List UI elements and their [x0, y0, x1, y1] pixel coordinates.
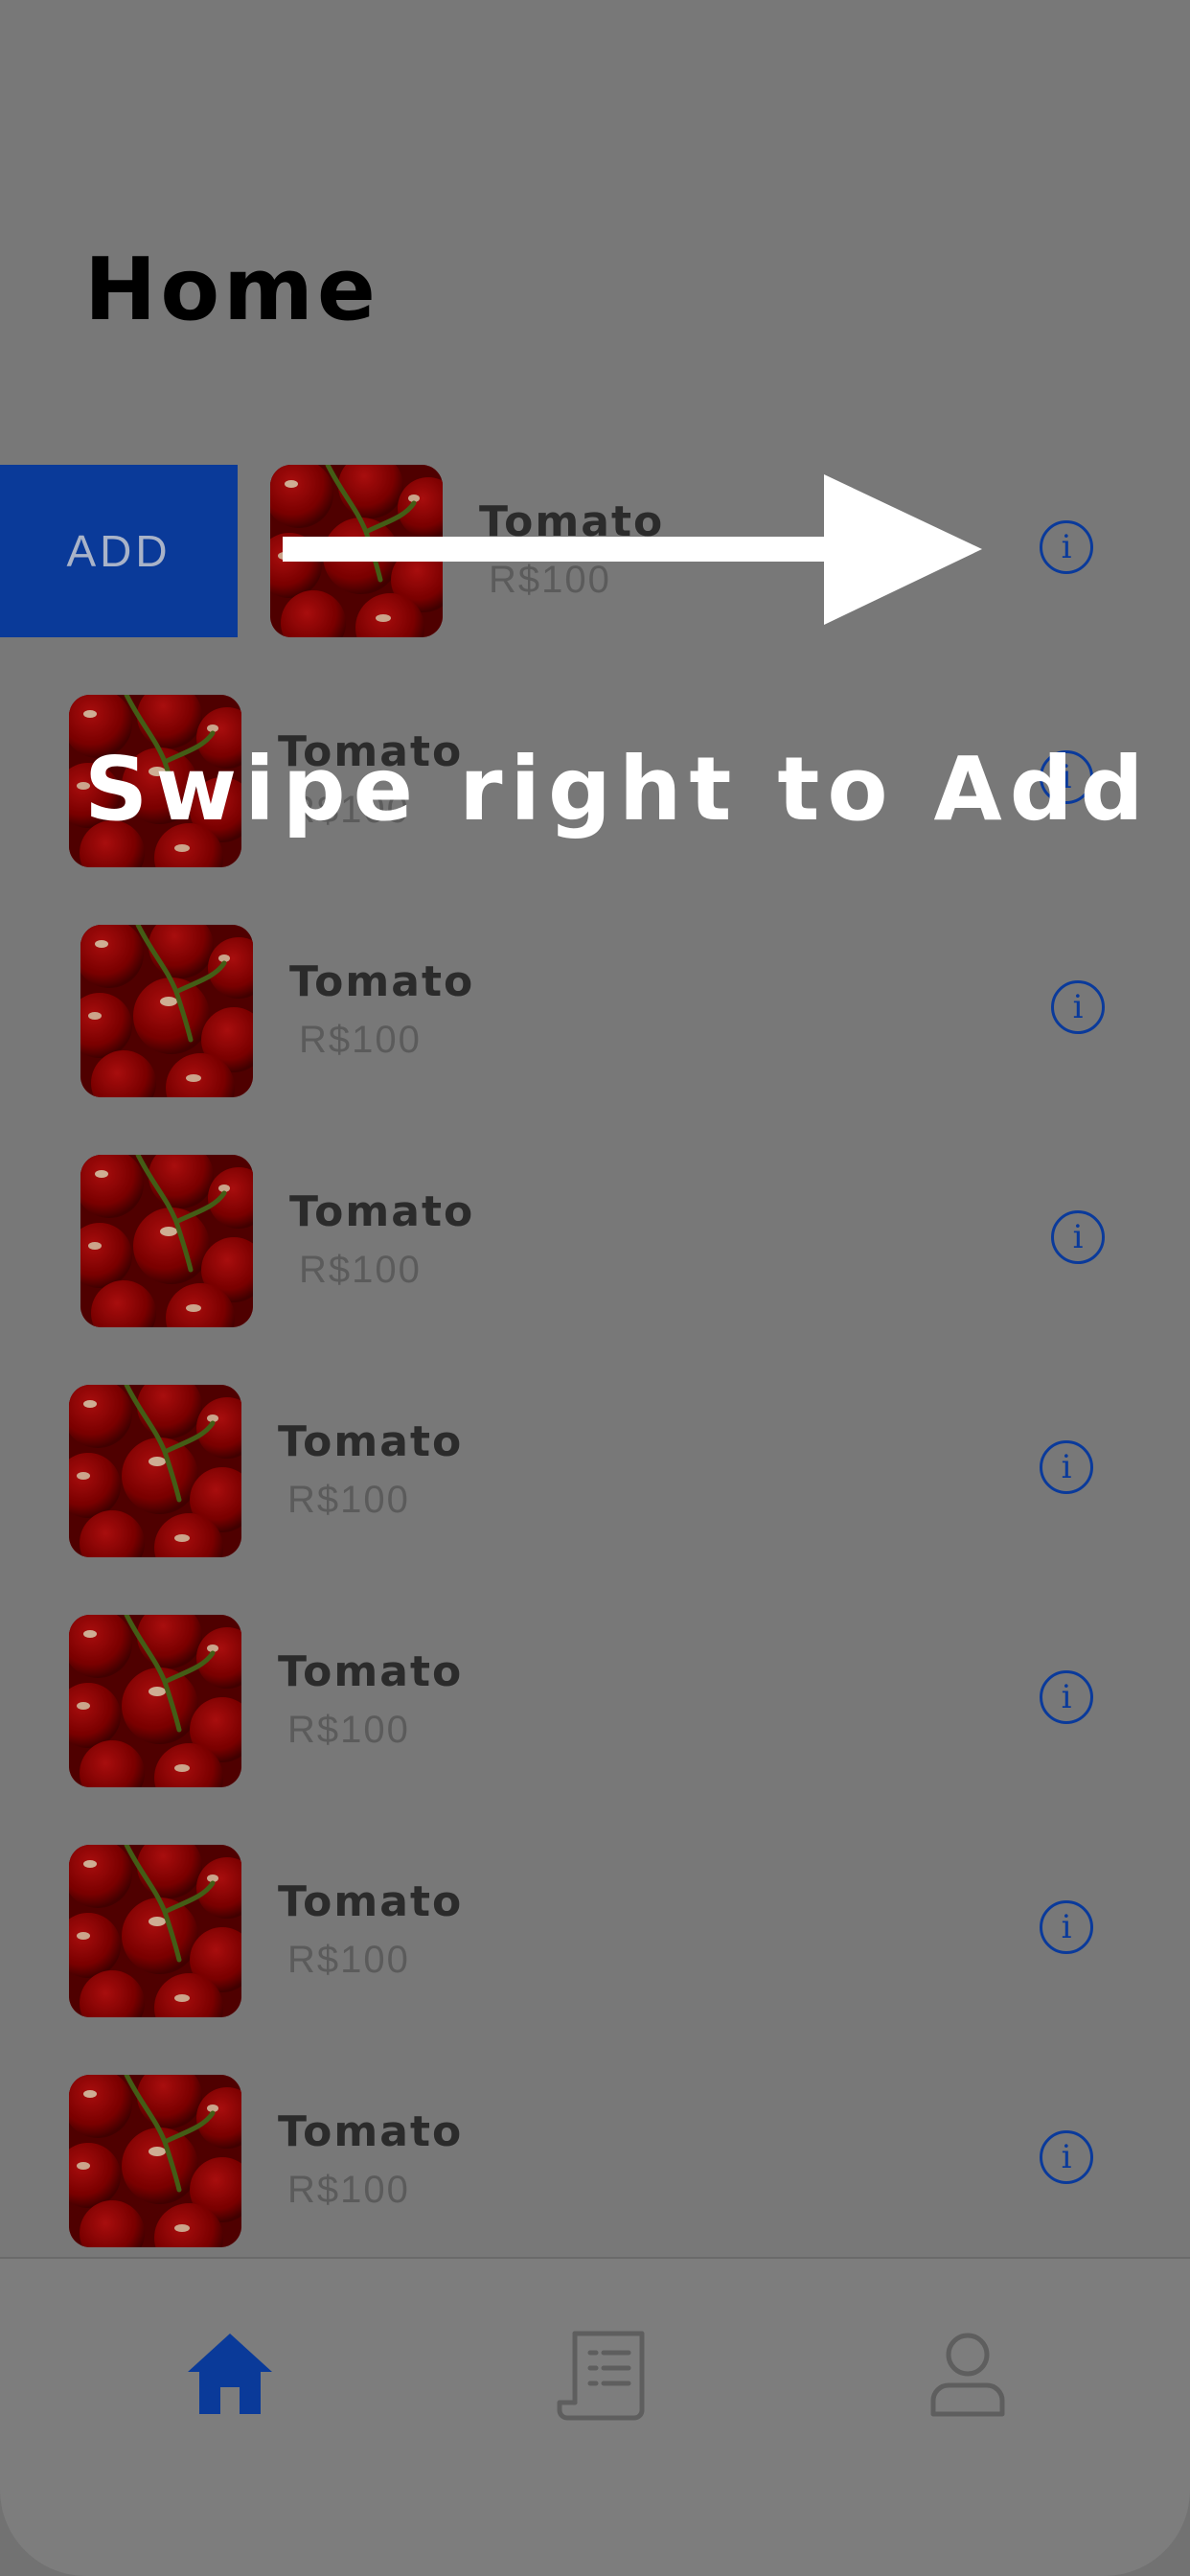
product-image: [80, 925, 253, 1097]
product-price: R$100: [299, 1019, 422, 1061]
list-item[interactable]: Tomato R$100 i: [0, 1615, 1190, 1787]
swipe-right-arrow-icon: [283, 474, 982, 625]
receipt-list-icon[interactable]: [554, 2326, 650, 2422]
info-icon[interactable]: i: [1051, 1210, 1105, 1264]
info-icon[interactable]: i: [1040, 2130, 1093, 2184]
swipe-hint-text: Swipe right to Add: [84, 738, 1152, 840]
list-item[interactable]: Tomato R$100 i: [0, 1845, 1190, 2017]
info-icon[interactable]: i: [1051, 980, 1105, 1034]
info-icon[interactable]: i: [1040, 1440, 1093, 1494]
product-name: Tomato: [278, 1877, 464, 1926]
list-item[interactable]: Tomato R$100 i: [0, 1385, 1190, 1557]
product-image: [69, 2075, 241, 2247]
home-icon[interactable]: [182, 2326, 278, 2422]
product-image: [69, 1845, 241, 2017]
info-icon[interactable]: i: [1040, 520, 1093, 574]
product-name: Tomato: [278, 1647, 464, 1696]
list-item[interactable]: Tomato R$100 i: [0, 925, 1190, 1097]
product-image: [80, 1155, 253, 1327]
product-price: R$100: [287, 2169, 410, 2211]
product-name: Tomato: [278, 2107, 464, 2156]
bottom-tab-bar: [0, 2257, 1190, 2576]
product-image: [69, 1615, 241, 1787]
page-title: Home: [84, 240, 379, 340]
product-price: R$100: [299, 1249, 422, 1291]
product-name: Tomato: [289, 957, 475, 1006]
product-image: [69, 1385, 241, 1557]
product-name: Tomato: [278, 1417, 464, 1466]
user-profile-icon[interactable]: [920, 2326, 1016, 2422]
info-icon[interactable]: i: [1040, 1900, 1093, 1954]
home-screen: Home ADD Tomato R$100 i Tomato R$100 i T…: [0, 0, 1190, 2576]
info-icon[interactable]: i: [1040, 1670, 1093, 1724]
list-item[interactable]: Tomato R$100 i: [0, 1155, 1190, 1327]
product-price: R$100: [287, 1939, 410, 1981]
product-price: R$100: [287, 1479, 410, 1521]
product-name: Tomato: [289, 1187, 475, 1236]
list-item[interactable]: Tomato R$100 i: [0, 2075, 1190, 2247]
add-swipe-button[interactable]: ADD: [0, 465, 238, 637]
product-price: R$100: [287, 1709, 410, 1751]
